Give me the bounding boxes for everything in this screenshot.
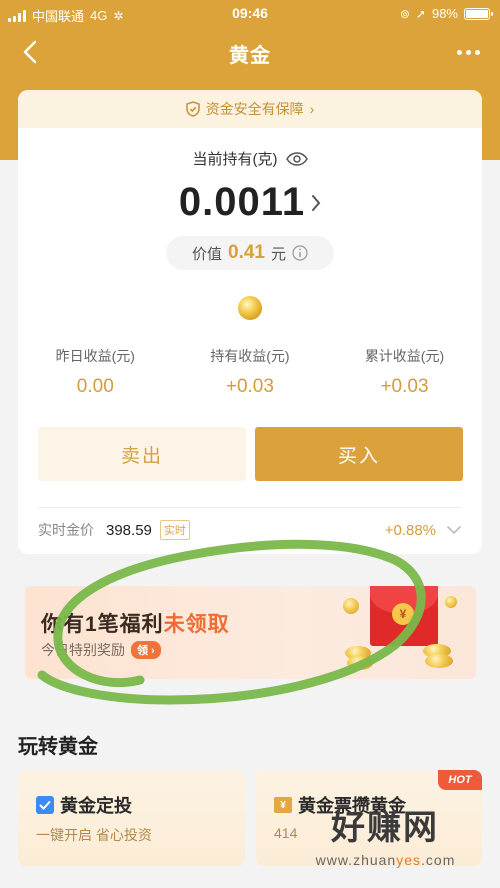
price-change: +0.88% xyxy=(384,521,436,539)
feature-card-auto-invest[interactable]: 黄金定投 一键开启 省心投资 xyxy=(18,770,245,866)
realtime-tag: 实时 xyxy=(159,520,190,540)
status-bar: 中国联通 4G ✲ 09:46 ⊚ ➚ 98% xyxy=(0,0,500,28)
promo-subtitle-row: 今日特别奖励 领 › xyxy=(41,640,161,660)
stat-value: +0.03 xyxy=(380,376,429,397)
divider xyxy=(38,507,462,508)
realtime-price-value: 398.59 xyxy=(106,521,152,539)
holding-label-row: 当前持有(克) xyxy=(18,148,482,169)
red-packet-icon: ¥ xyxy=(370,586,438,646)
back-button[interactable] xyxy=(12,34,48,70)
feature-card-head: 黄金定投 xyxy=(36,792,132,818)
status-right: ⊚ ➚ 98% xyxy=(399,6,493,21)
realtime-price-label: 实时金价 xyxy=(38,522,94,538)
claim-label: 领 xyxy=(137,645,148,657)
watermark-url: www.zhuanyes.com xyxy=(283,852,488,868)
gold-coin-icon xyxy=(238,296,262,320)
chevron-right-icon xyxy=(312,194,321,211)
gold-coin-icon xyxy=(445,596,457,608)
more-dot-icon xyxy=(474,49,480,55)
battery-fill xyxy=(466,9,488,18)
welfare-banner[interactable]: 你有1笔福利未领取 今日特别奖励 领 › ¥ xyxy=(25,586,476,679)
gold-coin-icon xyxy=(425,654,453,668)
stat-yesterday: 昨日收益(元) 0.00 xyxy=(18,346,173,398)
watermark-logo: 好赚网 xyxy=(331,809,439,847)
stat-holding: 持有收益(元) +0.03 xyxy=(173,346,328,398)
more-button[interactable] xyxy=(448,34,488,70)
realtime-price-row[interactable]: 实时金价 398.59 实时 +0.88% xyxy=(38,518,462,542)
hot-badge: HOT xyxy=(438,770,482,790)
promo-title: 你有1笔福利未领取 xyxy=(41,608,230,638)
watermark-url-prefix: www.zhuan xyxy=(315,852,397,868)
value-unit: 元 xyxy=(270,245,286,263)
value-amount: 0.41 xyxy=(228,242,265,263)
nav-bar: 黄金 xyxy=(0,28,500,76)
earnings-stats: 昨日收益(元) 0.00 持有收益(元) +0.03 累计收益(元) +0.03 xyxy=(18,346,482,398)
chevron-left-icon xyxy=(23,40,37,64)
promo-title-prefix: 你有1笔福利 xyxy=(41,613,164,636)
section-title: 玩转黄金 xyxy=(18,736,98,758)
info-icon[interactable] xyxy=(292,245,308,261)
more-dot-icon xyxy=(456,49,462,55)
watermark-url-highlight: yes xyxy=(396,852,422,868)
feature-card-title: 黄金定投 xyxy=(60,796,132,816)
buy-button[interactable]: 买入 xyxy=(255,427,463,481)
stat-label: 昨日收益(元) xyxy=(55,348,135,364)
promo-title-highlight: 未领取 xyxy=(163,613,230,636)
battery-icon xyxy=(464,7,493,20)
stat-label: 持有收益(元) xyxy=(210,348,290,364)
gold-coin-icon xyxy=(347,656,373,670)
gold-coin-icon xyxy=(343,598,359,614)
feature-card-subtitle: 一键开启 省心投资 xyxy=(36,827,152,843)
yuan-seal-icon: ¥ xyxy=(392,603,414,625)
promo-subtitle: 今日特别奖励 xyxy=(41,642,125,658)
value-label: 价值 xyxy=(191,245,222,263)
calendar-check-icon xyxy=(36,796,54,814)
more-dot-icon xyxy=(465,49,471,55)
sell-button[interactable]: 卖出 xyxy=(38,427,246,481)
stat-cumulative: 累计收益(元) +0.03 xyxy=(327,346,482,398)
claim-button[interactable]: 领 › xyxy=(131,641,161,659)
page-title: 黄金 xyxy=(229,45,271,67)
stat-label: 累计收益(元) xyxy=(364,348,445,364)
orientation-lock-icon: ⊚ xyxy=(399,6,410,21)
eye-icon[interactable] xyxy=(285,151,308,166)
safety-banner[interactable]: 资金安全有保障 › xyxy=(18,90,482,128)
holding-label: 当前持有(克) xyxy=(192,151,278,168)
watermark-url-suffix: .com xyxy=(421,852,456,868)
battery-percent: 98% xyxy=(431,6,458,21)
shield-icon xyxy=(185,101,200,117)
safety-text: 资金安全有保障 xyxy=(205,101,304,117)
value-pill: 价值 0.41 元 xyxy=(166,236,334,270)
stat-value: 0.00 xyxy=(76,376,114,397)
holding-card: 资金安全有保障 › 当前持有(克) 0.0011 价值 0.41 元 昨日收益(… xyxy=(18,90,482,554)
holding-value: 0.0011 xyxy=(178,180,306,224)
chevron-down-icon[interactable] xyxy=(446,525,462,535)
chevron-right-icon: › xyxy=(309,101,315,117)
holding-value-row[interactable]: 0.0011 xyxy=(18,180,482,225)
stat-value: +0.03 xyxy=(225,376,274,397)
location-icon: ➚ xyxy=(415,6,426,21)
